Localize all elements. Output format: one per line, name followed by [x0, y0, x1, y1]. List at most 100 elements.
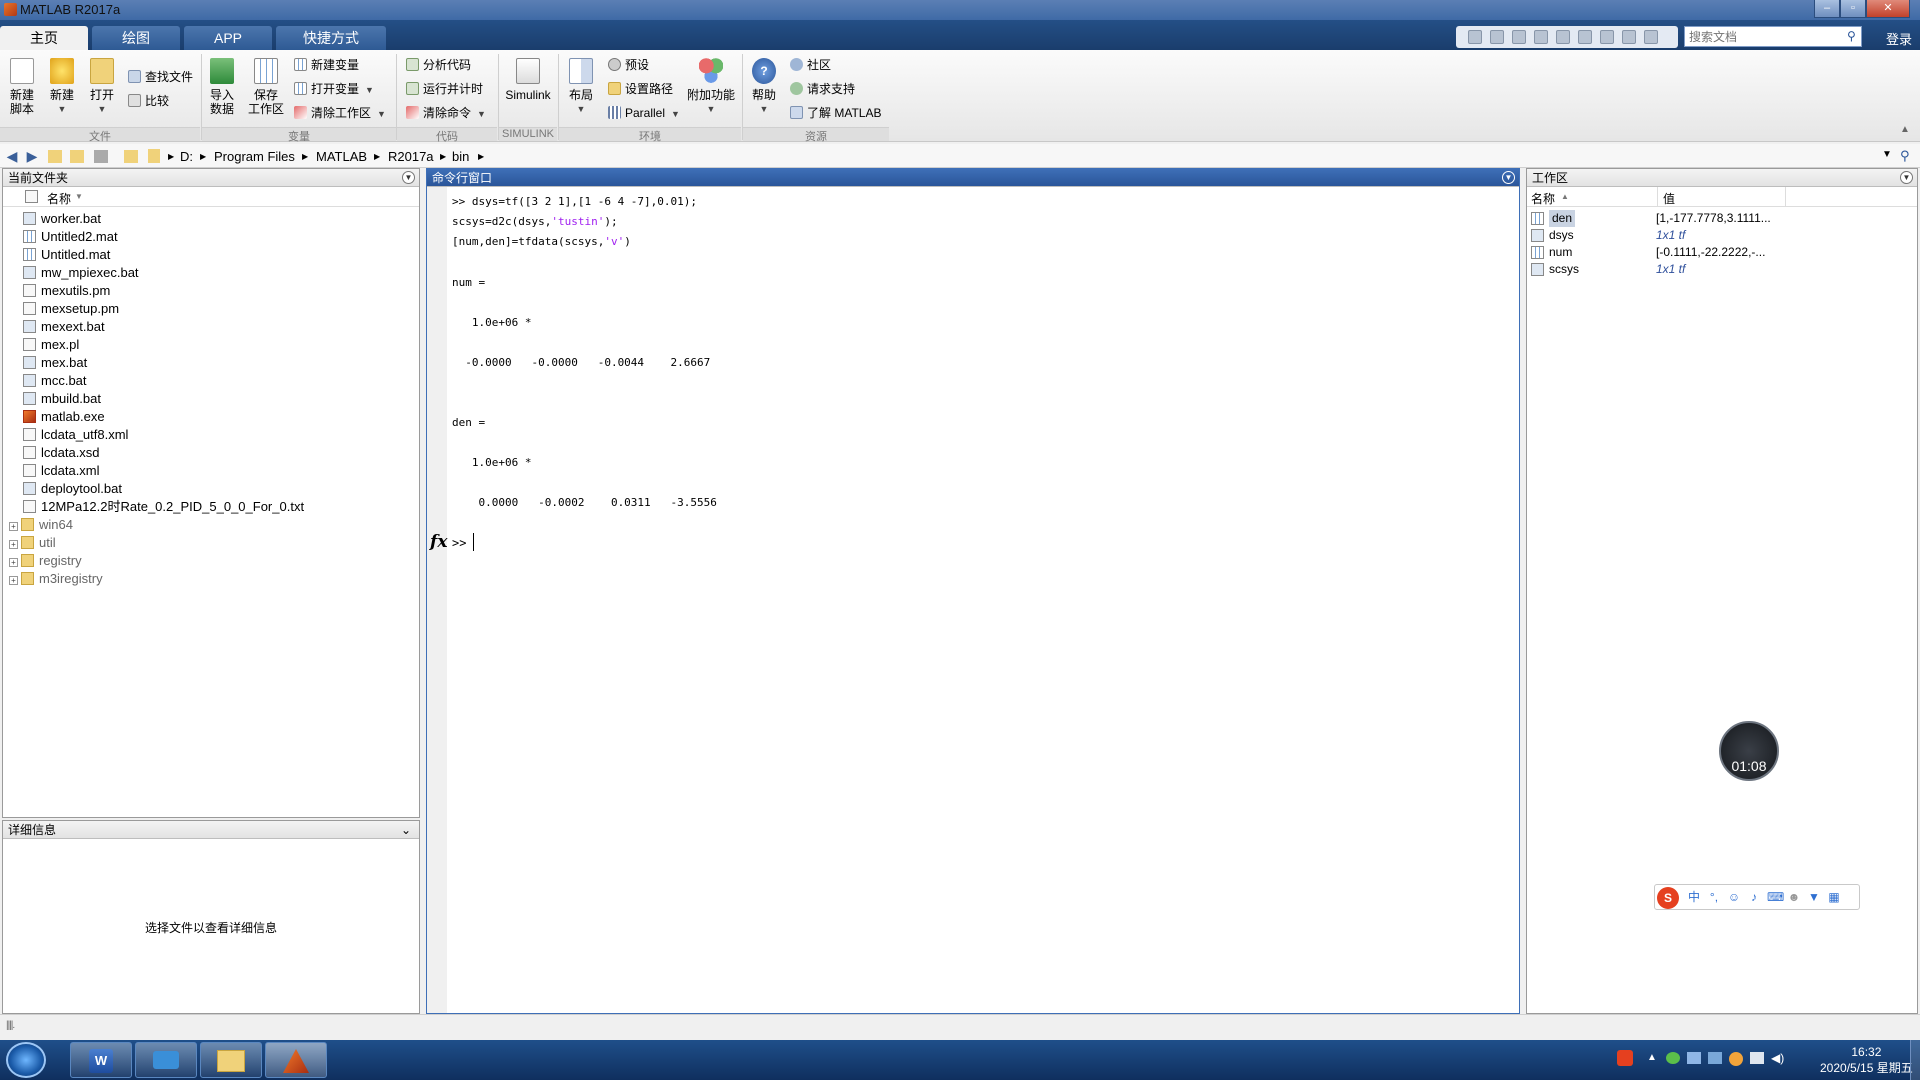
toolbox-icon[interactable]: ▦ [1827, 890, 1841, 904]
tray-show-hidden-icon[interactable]: ▲ [1647, 1052, 1657, 1063]
maximize-button[interactable]: ▫ [1840, 0, 1866, 18]
undo-icon[interactable] [1578, 30, 1592, 44]
learn-matlab-button[interactable]: 了解 MATLAB [790, 104, 881, 122]
up-folder-icon[interactable] [48, 150, 62, 163]
file-row[interactable]: lcdata.xsd [23, 444, 419, 462]
workspace-name-column[interactable]: 名称 [1531, 190, 1555, 207]
emoji-icon[interactable]: ☺ [1727, 890, 1741, 904]
fx-function-browser-icon[interactable]: fx [430, 532, 447, 552]
file-row[interactable]: mexext.bat [23, 318, 419, 336]
tray-network-icon[interactable] [1687, 1052, 1701, 1064]
panel-menu-icon[interactable]: ▼ [1502, 171, 1515, 184]
save-icon[interactable] [1490, 30, 1504, 44]
skin-icon[interactable]: ▼ [1807, 890, 1821, 904]
address-dropdown-icon[interactable]: ▼ [1882, 149, 1892, 160]
save-workspace-button[interactable]: 保存 工作区 [246, 58, 286, 116]
paste-icon[interactable] [1556, 30, 1570, 44]
crumb-r2017a[interactable]: R2017a [388, 149, 434, 164]
tray-security-icon[interactable] [1729, 1052, 1743, 1066]
folder-row[interactable]: + util [9, 534, 419, 552]
expand-icon[interactable]: + [9, 558, 18, 567]
new-variable-button[interactable]: 新建变量 [294, 56, 359, 74]
layout-button[interactable]: 布局 ▼ [564, 58, 598, 116]
expand-icon[interactable]: + [9, 522, 18, 531]
browse-folder-icon[interactable] [70, 150, 84, 163]
file-row[interactable]: mexsetup.pm [23, 300, 419, 318]
taskbar-clock[interactable]: 16:32 2020/5/15 星期五 [1820, 1044, 1913, 1076]
user-icon[interactable]: ☻ [1787, 890, 1801, 904]
forward-icon[interactable]: ▶ [24, 148, 40, 164]
new-button[interactable]: 新建 ▼ [46, 58, 78, 116]
workspace-variable-row[interactable]: dsys 1x1 tf [1527, 227, 1917, 244]
taskbar-word-button[interactable]: W [70, 1042, 132, 1078]
copy-icon[interactable] [1534, 30, 1548, 44]
addons-button[interactable]: 附加功能 ▼ [686, 58, 736, 116]
start-button[interactable] [6, 1042, 46, 1078]
tab-shortcuts[interactable]: 快捷方式 [276, 26, 386, 50]
open-variable-button[interactable]: 打开变量 ▼ [294, 80, 374, 98]
find-files-button[interactable]: 查找文件 [128, 68, 193, 86]
ime-mode-label[interactable]: 中 [1687, 890, 1701, 904]
workspace-value-column[interactable]: 值 [1663, 190, 1675, 207]
command-input[interactable] [478, 532, 1498, 552]
analyze-code-button[interactable]: 分析代码 [406, 56, 471, 74]
punctuation-icon[interactable]: °, [1707, 890, 1721, 904]
search-docs-input[interactable] [1684, 26, 1862, 47]
tab-home[interactable]: 主页 [0, 26, 88, 50]
file-row[interactable]: 12MPa12.2时Rate_0.2_PID_5_0_0_For_0.txt [23, 498, 419, 516]
crumb-bin[interactable]: bin [452, 149, 469, 164]
file-row[interactable]: mex.pl [23, 336, 419, 354]
switch-windows-icon[interactable] [1622, 30, 1636, 44]
file-row[interactable]: Untitled2.mat [23, 228, 419, 246]
crumb-program-files[interactable]: Program Files [214, 149, 295, 164]
back-icon[interactable]: ◀ [4, 148, 20, 164]
simulink-button[interactable]: Simulink [502, 58, 554, 102]
tab-apps[interactable]: APP [184, 26, 272, 50]
taskbar-explorer-button[interactable] [200, 1042, 262, 1078]
request-support-button[interactable]: 请求支持 [790, 80, 855, 98]
crumb-matlab[interactable]: MATLAB [316, 149, 367, 164]
set-path-button[interactable]: 设置路径 [608, 80, 673, 98]
import-data-button[interactable]: 导入 数据 [206, 58, 238, 116]
file-row[interactable]: matlab.exe [23, 408, 419, 426]
help-button[interactable]: ? 帮助 ▼ [748, 58, 780, 116]
clear-commands-button[interactable]: 清除命令 ▼ [406, 104, 486, 122]
taskbar-app-button[interactable] [135, 1042, 197, 1078]
collapse-ribbon-icon[interactable]: ▲ [1900, 124, 1910, 135]
tray-sogou-icon[interactable] [1617, 1050, 1633, 1066]
workspace-variable-row[interactable]: num [-0.1111,-22.2222,-... [1527, 244, 1917, 261]
file-row[interactable]: worker.bat [23, 210, 419, 228]
expand-icon[interactable]: + [9, 576, 18, 585]
compare-button[interactable]: 比较 [128, 92, 169, 110]
command-window[interactable]: 命令行窗口 ▼ [426, 168, 1520, 1014]
tray-wechat-icon[interactable] [1666, 1052, 1680, 1064]
run-and-time-button[interactable]: 运行并计时 [406, 80, 483, 98]
preferences-button[interactable]: 预设 [608, 56, 649, 74]
file-row[interactable]: mcc.bat [23, 372, 419, 390]
workspace-variable-row[interactable]: scsys 1x1 tf [1527, 261, 1917, 278]
file-row[interactable]: mex.bat [23, 354, 419, 372]
sogou-logo-icon[interactable]: S [1657, 887, 1679, 909]
file-row[interactable]: mexutils.pm [23, 282, 419, 300]
file-row[interactable]: deploytool.bat [23, 480, 419, 498]
tray-volume-icon[interactable]: ◀) [1771, 1051, 1784, 1065]
taskbar-matlab-button[interactable] [265, 1042, 327, 1078]
search-icon[interactable]: ⚲ [1847, 29, 1856, 43]
keyboard-icon[interactable]: ⌨ [1767, 890, 1784, 904]
name-column-header[interactable]: 名称 [47, 190, 71, 207]
parallel-button[interactable]: Parallel ▼ [608, 104, 680, 122]
find-icon[interactable] [1468, 30, 1482, 44]
redo-icon[interactable] [1600, 30, 1614, 44]
community-button[interactable]: 社区 [790, 56, 831, 74]
minimize-button[interactable]: ‒ [1814, 0, 1840, 18]
folder-row[interactable]: + win64 [9, 516, 419, 534]
cut-icon[interactable] [1512, 30, 1526, 44]
file-row[interactable]: mbuild.bat [23, 390, 419, 408]
chevron-down-icon[interactable]: ⌄ [401, 821, 411, 839]
login-link[interactable]: 登录 [1886, 29, 1912, 48]
panel-menu-icon[interactable]: ▼ [402, 171, 415, 184]
folder-row[interactable]: + registry [9, 552, 419, 570]
file-row[interactable]: mw_mpiexec.bat [23, 264, 419, 282]
tray-app-icon[interactable] [1708, 1052, 1722, 1064]
file-row[interactable]: lcdata.xml [23, 462, 419, 480]
